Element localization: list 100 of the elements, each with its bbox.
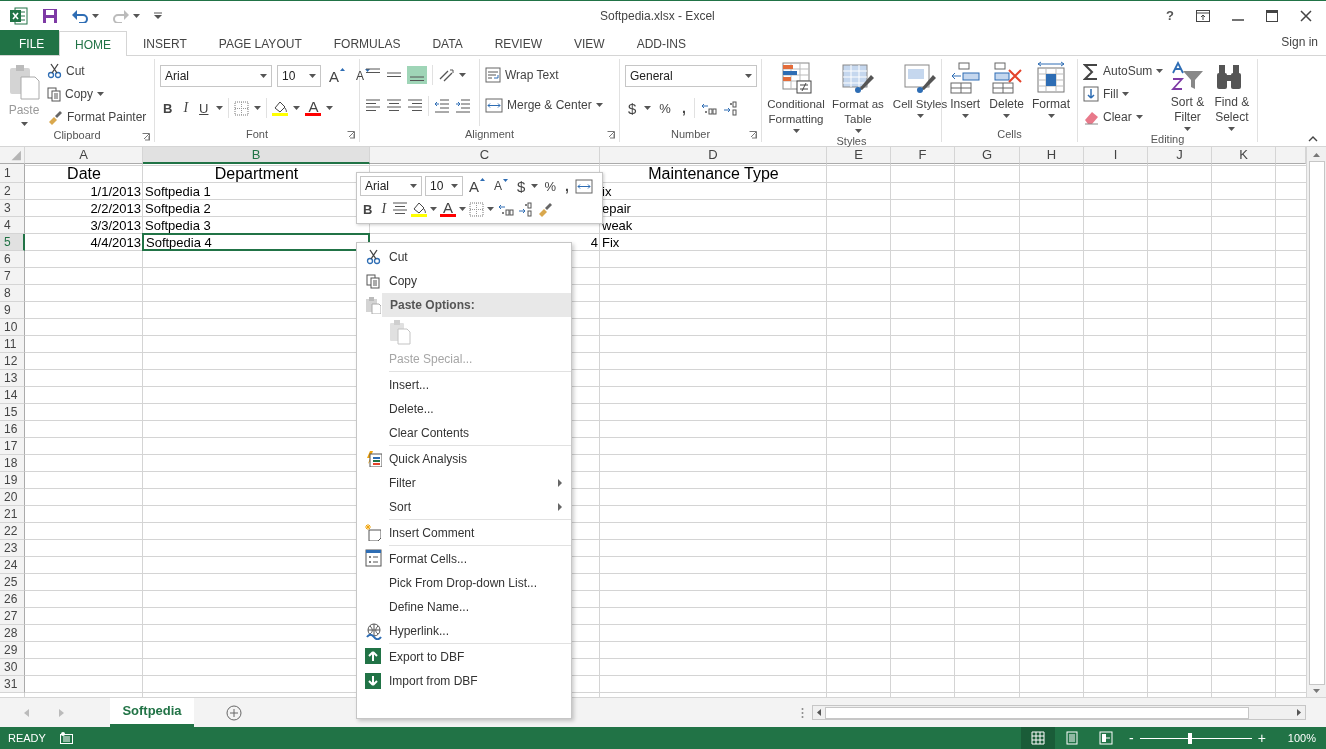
row-header[interactable]: 14 — [0, 387, 25, 404]
row-header[interactable]: 15 — [0, 404, 25, 421]
row-header[interactable]: 10 — [0, 319, 25, 336]
ribbon-tab[interactable]: REVIEW — [478, 30, 558, 55]
format-cells-button[interactable]: Format — [1030, 59, 1072, 126]
format-painter-button[interactable]: Format Painter — [47, 107, 147, 127]
sheet-tab[interactable]: Softpedia — [110, 698, 194, 727]
bold-button[interactable]: B — [360, 201, 376, 217]
column-header[interactable]: K — [1212, 147, 1276, 164]
row-header[interactable]: 11 — [0, 336, 25, 353]
row-header[interactable]: 12 — [0, 353, 25, 370]
row-header[interactable]: 5 — [0, 234, 25, 251]
menu-item[interactable]: Hyperlink... — [389, 619, 571, 643]
copy-button[interactable]: Copy — [47, 84, 147, 104]
ribbon-tab[interactable]: FORMULAS — [317, 30, 417, 55]
zoom-slider-thumb[interactable] — [1188, 732, 1193, 744]
font-color-button[interactable]: A — [440, 201, 457, 217]
menu-item[interactable]: Cut — [389, 245, 571, 269]
delete-cells-button[interactable]: Delete — [987, 59, 1026, 126]
fill-button[interactable]: Fill — [1083, 84, 1164, 104]
menu-item[interactable]: Insert Comment — [389, 519, 571, 545]
font-name-box[interactable]: Arial — [160, 65, 272, 87]
find-select-button[interactable]: Find & Select — [1211, 59, 1252, 133]
row-header[interactable]: 9 — [0, 302, 25, 319]
percent-button[interactable]: % — [656, 100, 674, 116]
font-color-button[interactable]: A — [305, 100, 322, 116]
bottom-align-button[interactable] — [407, 66, 427, 84]
row-header[interactable]: 28 — [0, 625, 25, 642]
decrease-indent-icon[interactable] — [434, 98, 450, 114]
comma-button[interactable]: , — [561, 178, 572, 194]
file-tab[interactable]: FILE — [0, 30, 59, 55]
currency-button[interactable]: $ — [514, 177, 529, 195]
row-header[interactable]: 19 — [0, 472, 25, 489]
sign-in-link[interactable]: Sign in — [1281, 35, 1326, 55]
center-icon[interactable] — [386, 98, 402, 114]
row-header[interactable]: 2 — [0, 183, 25, 200]
row-header[interactable]: 4 — [0, 217, 25, 234]
font-size-box[interactable]: 10 — [425, 176, 463, 196]
row-header[interactable]: 27 — [0, 608, 25, 625]
autosum-button[interactable]: AutoSum — [1083, 61, 1164, 81]
fill-color-icon[interactable] — [411, 201, 428, 217]
number-format-box[interactable]: General — [625, 65, 757, 87]
row-header[interactable]: 25 — [0, 574, 25, 591]
zoom-out-button[interactable]: - — [1123, 730, 1140, 746]
merge-cells-icon[interactable] — [574, 178, 593, 194]
row-header[interactable]: 1 — [0, 164, 25, 183]
active-cell-border[interactable]: Softpedia 4 — [142, 233, 370, 251]
row-header[interactable]: 22 — [0, 523, 25, 540]
menu-item[interactable]: Import from DBF — [389, 669, 571, 693]
menu-item[interactable]: Copy — [389, 269, 571, 293]
comma-button[interactable]: , — [678, 100, 689, 116]
increase-font-button[interactable]: A — [326, 67, 348, 85]
center-icon[interactable] — [392, 201, 409, 217]
column-header[interactable]: J — [1148, 147, 1212, 164]
ribbon-tab[interactable]: INSERT — [127, 30, 203, 55]
decrease-font-button[interactable]: A — [491, 179, 512, 193]
menu-item[interactable]: Define Name... — [389, 595, 571, 619]
ribbon-tab[interactable]: PAGE LAYOUT — [202, 30, 318, 55]
cell-styles-button[interactable]: Cell Styles — [891, 59, 949, 135]
row-header[interactable]: 30 — [0, 659, 25, 676]
menu-item[interactable]: Delete... — [389, 397, 571, 421]
increase-indent-icon[interactable] — [455, 98, 471, 114]
row-header[interactable]: 18 — [0, 455, 25, 472]
row-header[interactable]: 21 — [0, 506, 25, 523]
row-header[interactable]: 7 — [0, 268, 25, 285]
font-size-box[interactable]: 10 — [277, 65, 321, 87]
bold-button[interactable]: B — [160, 100, 176, 116]
menu-item[interactable]: Export to DBF — [389, 643, 571, 669]
ribbon-tab[interactable]: DATA — [416, 30, 479, 55]
row-header[interactable]: 23 — [0, 540, 25, 557]
insert-cells-button[interactable]: Insert — [947, 59, 984, 126]
merge-center-button[interactable]: Merge & Center — [485, 95, 603, 115]
row-header[interactable]: 8 — [0, 285, 25, 302]
column-header[interactable]: B — [143, 147, 370, 164]
align-left-icon[interactable] — [365, 98, 381, 114]
font-name-box[interactable]: Arial — [360, 176, 422, 196]
ribbon-tab[interactable]: HOME — [59, 31, 127, 56]
ribbon-tab[interactable]: ADD-INS — [620, 30, 702, 55]
borders-icon[interactable] — [234, 100, 250, 116]
row-header[interactable]: 31 — [0, 676, 25, 693]
zoom-in-button[interactable]: + — [1251, 730, 1272, 746]
row-header[interactable]: 6 — [0, 251, 25, 268]
column-header[interactable]: E — [827, 147, 891, 164]
clear-button[interactable]: Clear — [1083, 107, 1164, 127]
scroll-thumb[interactable] — [825, 706, 1249, 719]
italic-button[interactable]: I — [180, 100, 192, 116]
menu-item[interactable]: Filter — [389, 471, 571, 495]
sort-filter-button[interactable]: Sort & Filter — [1167, 59, 1208, 133]
row-header[interactable]: 17 — [0, 438, 25, 455]
column-header[interactable]: D — [600, 147, 827, 164]
fill-color-icon[interactable] — [272, 100, 289, 116]
menu-item[interactable]: Clear Contents — [389, 421, 571, 445]
paintbrush-icon[interactable] — [537, 201, 554, 217]
help-button[interactable]: ? — [1166, 8, 1174, 23]
wrap-text-button[interactable]: Wrap Text — [485, 65, 603, 85]
normal-view-button[interactable] — [1021, 727, 1055, 749]
column-header[interactable]: C — [370, 147, 600, 164]
menu-item[interactable]: Format Cells... — [389, 545, 571, 571]
menu-item[interactable]: Sort — [389, 495, 571, 519]
column-header[interactable]: I — [1084, 147, 1148, 164]
